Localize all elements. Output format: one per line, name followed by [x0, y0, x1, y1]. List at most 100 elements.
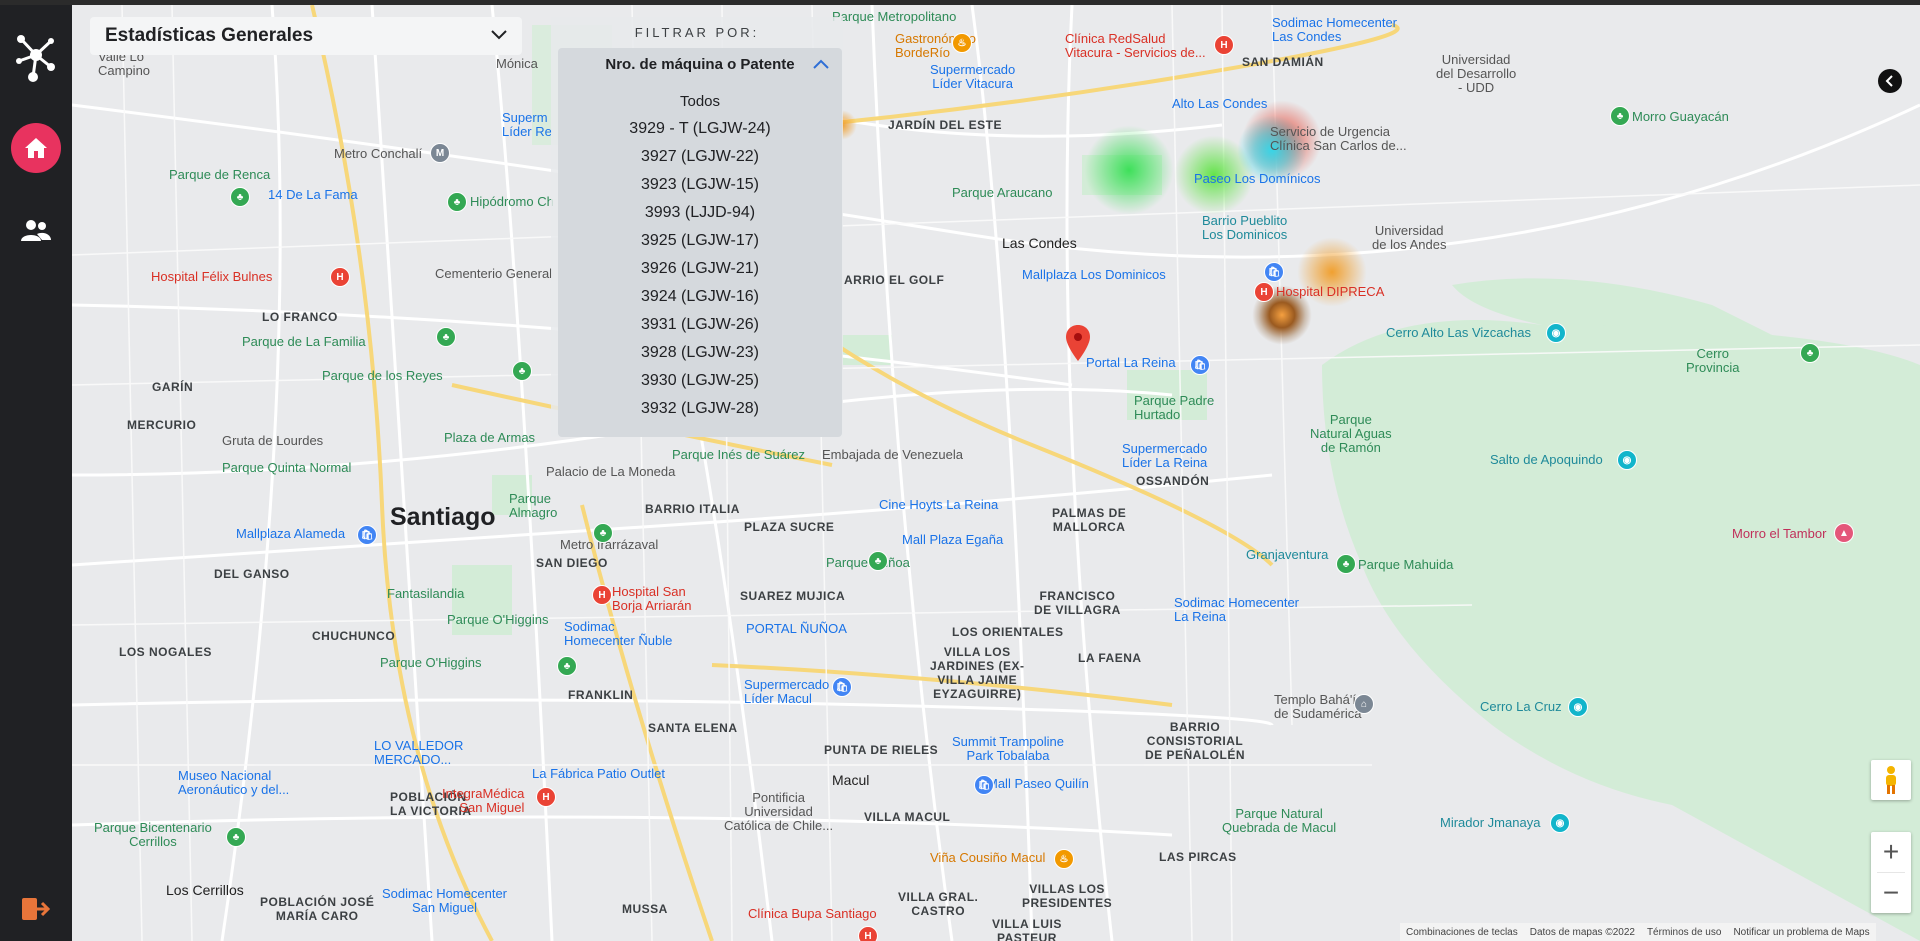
map-label: Portal La Reina [1086, 355, 1176, 370]
users-button[interactable] [20, 217, 52, 245]
viewpoint-icon[interactable]: ◉ [1550, 813, 1570, 833]
park-icon[interactable]: ♣ [557, 656, 577, 676]
map-label: Supermercado Líder Macul [744, 677, 830, 706]
map-label: Parque Almagro [509, 491, 558, 520]
users-icon [21, 220, 51, 241]
filter-title: FILTRAR POR: [634, 25, 760, 40]
map-data-label: Datos de mapas ©2022 [1529, 926, 1635, 938]
shopping-icon[interactable]: 🛍 [1264, 262, 1284, 282]
street-view-pegman[interactable] [1871, 760, 1911, 800]
filter-option[interactable]: 3927 (LGJW-22) [558, 148, 842, 166]
filter-option[interactable]: 3993 (LJJD-94) [558, 204, 842, 222]
park-icon[interactable]: ♣ [226, 827, 246, 847]
shopping-icon[interactable]: 🛍 [974, 775, 994, 795]
park-icon[interactable]: ♣ [593, 523, 613, 543]
park-icon[interactable]: ♣ [436, 327, 456, 347]
home-icon [25, 138, 47, 158]
map-label: Parque Mahuida [1358, 557, 1454, 572]
map-label: Parque de La Familia [242, 334, 366, 349]
zoom-out-button[interactable]: − [1871, 873, 1911, 913]
shopping-icon[interactable]: 🛍 [357, 525, 377, 545]
map-label: LO FRANCO [262, 310, 338, 324]
winery-icon[interactable]: ♨ [1054, 849, 1074, 869]
viewpoint-icon[interactable]: ◉ [1617, 450, 1637, 470]
map-label: Mónica [496, 56, 538, 71]
map-label: Alto Las Condes [1172, 96, 1268, 111]
map-label: Paseo Los Domínicos [1194, 171, 1321, 186]
park-icon[interactable]: ♣ [1336, 554, 1356, 574]
map-label: CHUCHUNCO [312, 629, 396, 643]
logout-button[interactable] [20, 895, 52, 923]
map-label: LAS PIRCAS [1159, 850, 1237, 864]
map-label: Pontificia Universidad Católica de Chile… [724, 790, 834, 833]
map-canvas[interactable]: Valle Lo Campino Metro Conchalí M Parque… [72, 5, 1920, 941]
viewpoint-icon[interactable]: ◉ [1568, 697, 1588, 717]
map-label: Supermercado Líder Vitacura [930, 62, 1016, 91]
map-label: Sodimac Homecenter Las Condes [1272, 15, 1397, 44]
map-label: Cine Hoyts La Reina [879, 497, 999, 512]
park-icon[interactable]: ♣ [1800, 343, 1820, 363]
collapse-panel-button[interactable] [1878, 69, 1902, 93]
filter-option[interactable]: 3931 (LGJW-26) [558, 316, 842, 334]
metro-icon[interactable]: M [430, 143, 450, 163]
filter-option[interactable]: 3923 (LGJW-15) [558, 176, 842, 194]
app-logo-icon[interactable] [13, 29, 59, 85]
pegman-icon [1886, 766, 1896, 794]
park-icon[interactable]: ♣ [230, 187, 250, 207]
filter-option[interactable]: 3930 (LGJW-25) [558, 372, 842, 390]
report-problem-link[interactable]: Notificar un problema de Maps [1733, 927, 1869, 938]
shopping-icon[interactable]: 🛍 [832, 677, 852, 697]
map-label: Los Cerrillos [166, 882, 244, 898]
map-label: VILLAS LOS PRESIDENTES [1022, 882, 1113, 910]
map-label: Cementerio General [435, 266, 553, 281]
mountain-icon[interactable]: ▲ [1834, 523, 1854, 543]
map-label: 14 De La Fama [268, 187, 358, 202]
chevron-left-icon [1885, 75, 1893, 87]
filter-option[interactable]: 3932 (LGJW-28) [558, 400, 842, 418]
map-label: Clínica RedSalud Vitacura - Servicios de… [1065, 31, 1206, 60]
zoom-control: + − [1871, 832, 1911, 913]
zoom-in-button[interactable]: + [1871, 832, 1911, 872]
hospital-icon[interactable]: H [536, 787, 556, 807]
filter-option[interactable]: 3928 (LGJW-23) [558, 344, 842, 362]
restaurant-icon[interactable]: ♨ [952, 33, 972, 53]
map-label: PALMAS DE MALLORCA [1052, 506, 1127, 534]
park-icon[interactable]: ♣ [868, 551, 888, 571]
hospital-icon[interactable]: H [330, 267, 350, 287]
statistics-select[interactable]: Estadísticas Generales [90, 17, 522, 55]
hospital-icon[interactable]: H [1214, 35, 1234, 55]
map-label: Morro Guayacán [1632, 109, 1729, 124]
hiking-icon[interactable]: ♣ [1610, 106, 1630, 126]
map-label: Mirador Jmanaya [1440, 815, 1541, 830]
hospital-icon[interactable]: H [858, 926, 878, 941]
filter-option[interactable]: 3925 (LGJW-17) [558, 232, 842, 250]
map-label: LA FAENA [1078, 651, 1142, 665]
map-label: IntegraMédica San Miguel [442, 786, 525, 815]
map-label: Parque de los Reyes [322, 368, 443, 383]
map-label: Sodimac Homecenter Ñuble [564, 619, 673, 648]
viewpoint-icon[interactable]: ◉ [1546, 323, 1566, 343]
hospital-icon[interactable]: H [1254, 282, 1274, 302]
map-label: Hospital San Borja Arriarán [612, 584, 692, 613]
home-button[interactable] [11, 123, 61, 173]
map-label: BARRIO CONSISTORIAL DE PEÑALOLÉN [1145, 720, 1246, 762]
terms-link[interactable]: Términos de uso [1647, 927, 1721, 938]
map-label: Sodimac Homecenter La Reina [1174, 595, 1299, 624]
hospital-icon[interactable]: H [592, 585, 612, 605]
park-icon[interactable]: ♣ [447, 192, 467, 212]
map-label: FRANKLIN [568, 688, 634, 702]
filter-dropdown-toggle[interactable]: Nro. de máquina o Patente [558, 48, 842, 80]
keyboard-shortcuts-link[interactable]: Combinaciones de teclas [1406, 927, 1518, 938]
map-label: Parque Inés de Suárez [672, 447, 805, 462]
filter-option[interactable]: Todos [558, 93, 842, 110]
park-icon[interactable]: ♣ [512, 361, 532, 381]
map-label: SANTA ELENA [648, 721, 738, 735]
map-label: Parque Natural Aguas de Ramón [1310, 412, 1392, 455]
map-label: SUAREZ MUJICA [740, 589, 846, 603]
shopping-icon[interactable]: 🛍 [1190, 355, 1210, 375]
temple-icon[interactable]: ⌂ [1354, 694, 1374, 714]
filter-option[interactable]: 3924 (LGJW-16) [558, 288, 842, 306]
chevron-down-icon [491, 30, 507, 40]
filter-option[interactable]: 3926 (LGJW-21) [558, 260, 842, 278]
filter-option[interactable]: 3929 - T (LGJW-24) [558, 120, 842, 138]
